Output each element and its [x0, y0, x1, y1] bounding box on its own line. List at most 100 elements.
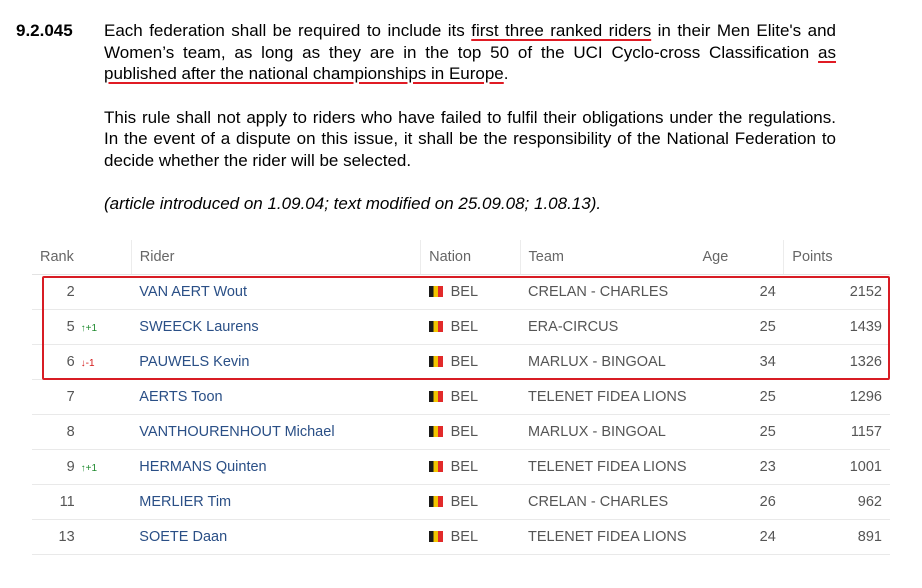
points-cell: 962 — [783, 484, 890, 520]
rank-value: 11 — [59, 494, 75, 510]
rank-cell: 8 — [32, 414, 132, 450]
article-paragraph-1: Each federation shall be required to inc… — [104, 20, 836, 85]
header-age[interactable]: Age — [694, 240, 784, 275]
belgium-flag-icon — [428, 531, 443, 542]
article-body: Each federation shall be required to inc… — [104, 20, 836, 237]
team-cell: TELENET FIDEA LIONS — [520, 449, 695, 485]
underlined-phrase-riders: first three ranked riders — [471, 21, 652, 40]
table-body: 2 VAN AERT Wout BEL CRELAN - CHARLES 24 2152 5… — [32, 274, 890, 555]
rider-link[interactable]: PAUWELS Kevin — [131, 344, 421, 380]
rank-value: 2 — [66, 284, 75, 300]
belgium-flag-icon — [428, 321, 443, 332]
rank-cell: 9 ↑+1 — [32, 449, 132, 485]
points-cell: 1001 — [783, 449, 890, 485]
points-cell: 891 — [783, 519, 890, 555]
article-note: (article introduced on 1.09.04; text mod… — [104, 194, 602, 213]
rank-value: 7 — [66, 389, 75, 405]
rank-value: 13 — [58, 529, 75, 545]
belgium-flag-icon — [428, 496, 443, 507]
rule-article: 9.2.045 Each federation shall be require… — [0, 0, 922, 230]
points-cell: 1439 — [783, 309, 890, 345]
nation-code: BEL — [450, 424, 479, 440]
team-cell: TELENET FIDEA LIONS — [520, 379, 695, 415]
rider-link[interactable]: MERLIER Tim — [131, 484, 421, 520]
age-cell: 25 — [694, 309, 784, 345]
rank-cell: 6 ↓-1 — [32, 344, 132, 380]
nation-code: BEL — [450, 389, 479, 405]
nation-code: BEL — [450, 459, 479, 475]
rank-change: ↑+1 — [80, 323, 98, 334]
rank-value: 9 — [66, 459, 75, 475]
nation-cell: BEL — [420, 414, 521, 450]
rank-cell: 11 — [32, 484, 132, 520]
team-cell: MARLUX - BINGOAL — [520, 414, 695, 450]
belgium-flag-icon — [428, 461, 443, 472]
rider-link[interactable]: VAN AERT Wout — [131, 274, 421, 310]
table-row: 13 SOETE Daan BEL TELENET FIDEA LIONS 24 891 — [32, 519, 890, 555]
table-row: 8 VANTHOURENHOUT Michael BEL MARLUX - BINGO… — [32, 414, 890, 450]
nation-cell: BEL — [420, 519, 521, 555]
age-cell: 25 — [694, 414, 784, 450]
header-nation[interactable]: Nation — [420, 240, 521, 275]
belgium-flag-icon — [428, 286, 443, 297]
age-cell: 25 — [694, 379, 784, 415]
nation-code: BEL — [450, 284, 479, 300]
team-cell: CRELAN - CHARLES — [520, 274, 695, 310]
nation-cell: BEL — [420, 309, 521, 345]
age-cell: 34 — [694, 344, 784, 380]
nation-cell: BEL — [420, 274, 521, 310]
age-cell: 24 — [694, 519, 784, 555]
header-rank[interactable]: Rank — [32, 240, 132, 275]
table-row: 9 ↑+1 HERMANS Quinten BEL TELENET FIDEA LION… — [32, 449, 890, 485]
table-row: 6 ↓-1 PAUWELS Kevin BEL MARLUX - BINGOAL 34 13… — [32, 344, 890, 380]
nation-code: BEL — [450, 354, 479, 370]
rank-value: 6 — [66, 354, 75, 370]
rider-link[interactable]: SOETE Daan — [131, 519, 421, 555]
ranking-table: Rank Rider Nation Team Age Points 2 VAN A… — [32, 240, 890, 555]
belgium-flag-icon — [428, 391, 443, 402]
rank-cell: 2 — [32, 274, 132, 310]
belgium-flag-icon — [428, 356, 443, 367]
header-points[interactable]: Points — [783, 240, 890, 275]
rider-link[interactable]: VANTHOURENHOUT Michael — [131, 414, 421, 450]
rank-value: 8 — [66, 424, 75, 440]
table-row: 7 AERTS Toon BEL TELENET FIDEA LIONS 25 1296 — [32, 379, 890, 415]
team-cell: TELENET FIDEA LIONS — [520, 519, 695, 555]
points-cell: 1326 — [783, 344, 890, 380]
nation-cell: BEL — [420, 344, 521, 380]
text-span: Each federation shall be required to inc… — [104, 21, 472, 40]
age-cell: 26 — [694, 484, 784, 520]
rider-link[interactable]: SWEECK Laurens — [131, 309, 421, 345]
age-cell: 23 — [694, 449, 784, 485]
points-cell: 1157 — [783, 414, 890, 450]
rank-cell: 5 ↑+1 — [32, 309, 132, 345]
article-paragraph-2: This rule shall not apply to riders who … — [104, 107, 836, 170]
text-span: . — [503, 64, 509, 83]
table-row: 2 VAN AERT Wout BEL CRELAN - CHARLES 24 2152 — [32, 274, 890, 310]
rank-change: ↑+1 — [80, 463, 98, 474]
points-cell: 1296 — [783, 379, 890, 415]
rank-change: ↓-1 — [80, 358, 95, 369]
nation-cell: BEL — [420, 379, 521, 415]
team-cell: ERA-CIRCUS — [520, 309, 695, 345]
rank-cell: 13 — [32, 519, 132, 555]
table-header-row: Rank Rider Nation Team Age Points — [32, 240, 890, 275]
rank-value: 5 — [66, 319, 75, 335]
article-number: 9.2.045 — [16, 21, 73, 40]
points-cell: 2152 — [783, 274, 890, 310]
rider-link[interactable]: HERMANS Quinten — [131, 449, 421, 485]
nation-code: BEL — [450, 529, 479, 545]
nation-cell: BEL — [420, 484, 521, 520]
rider-link[interactable]: AERTS Toon — [131, 379, 421, 415]
nation-code: BEL — [450, 319, 479, 335]
nation-code: BEL — [450, 494, 479, 510]
header-rider[interactable]: Rider — [130, 240, 421, 275]
table-row: 11 MERLIER Tim BEL CRELAN - CHARLES 26 962 — [32, 484, 890, 520]
header-team[interactable]: Team — [519, 240, 695, 275]
nation-cell: BEL — [420, 449, 521, 485]
table-row: 5 ↑+1 SWEECK Laurens BEL ERA-CIRCUS 25 1439 — [32, 309, 890, 345]
rank-cell: 7 — [32, 379, 132, 415]
team-cell: CRELAN - CHARLES — [520, 484, 695, 520]
team-cell: MARLUX - BINGOAL — [520, 344, 695, 380]
age-cell: 24 — [694, 274, 784, 310]
